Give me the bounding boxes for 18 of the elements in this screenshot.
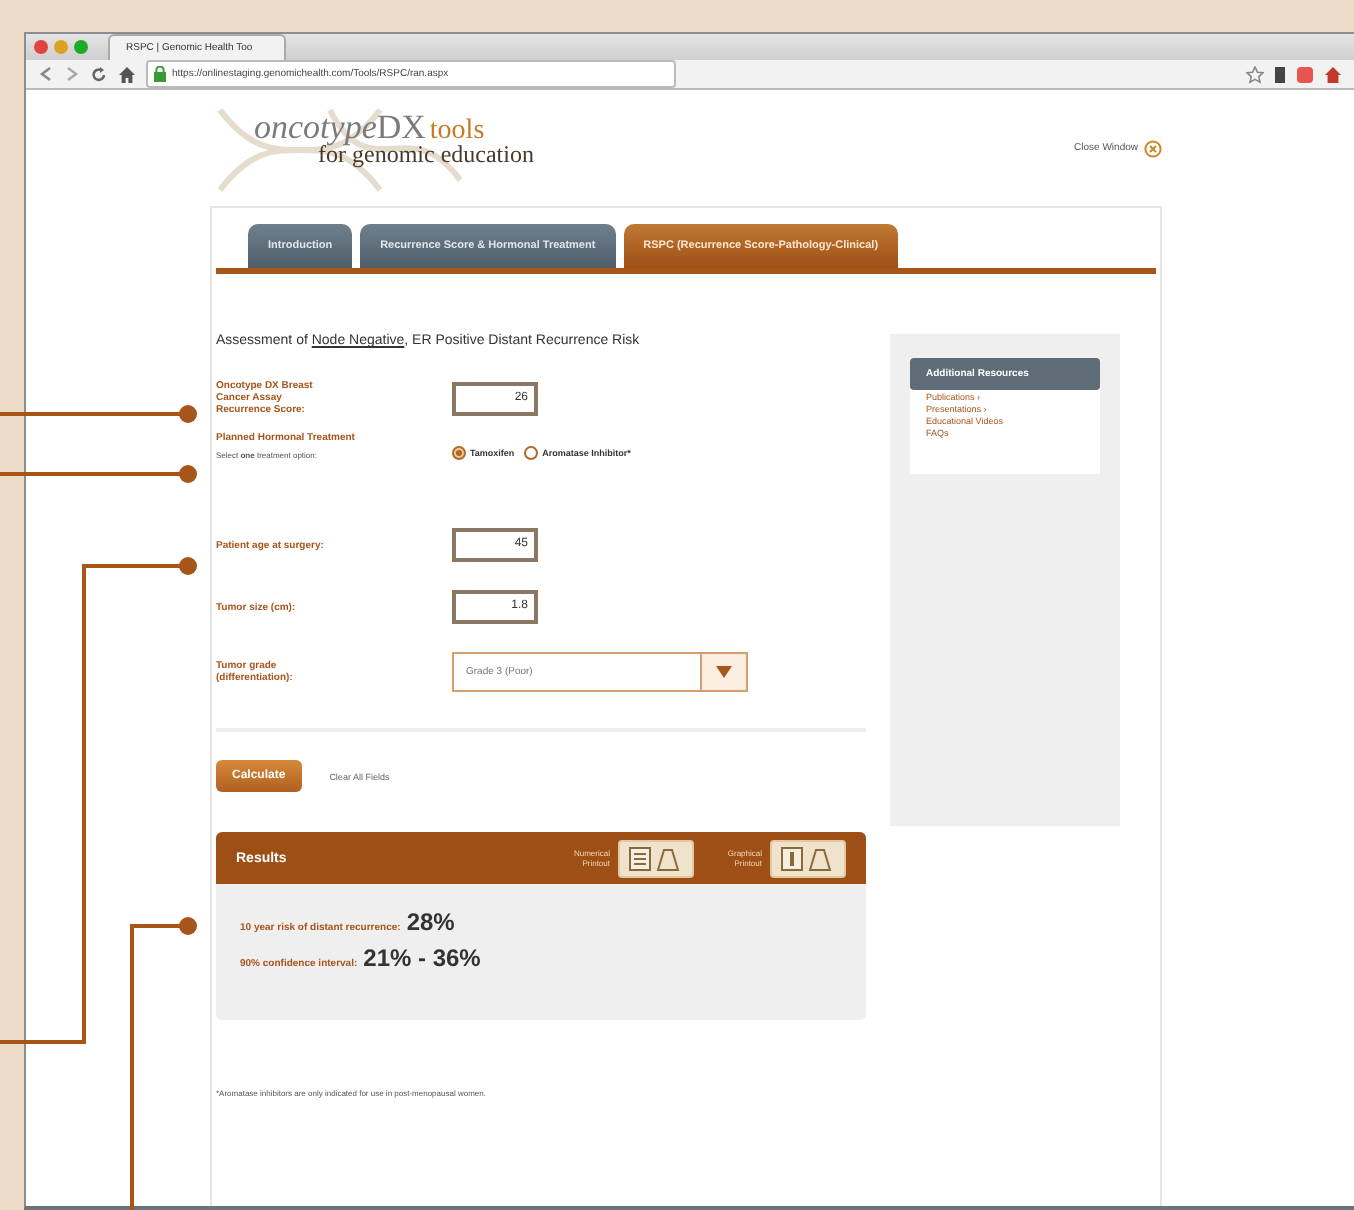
reload-icon: [90, 65, 108, 83]
radio-button[interactable]: [452, 446, 466, 460]
printout-button[interactable]: [770, 839, 846, 877]
back-icon: [38, 66, 54, 82]
chart-icon: [780, 845, 836, 871]
home-icon: [1324, 65, 1342, 83]
star-icon: [1246, 65, 1264, 83]
close-icon: [1144, 139, 1162, 157]
result-value: 28%: [406, 908, 455, 936]
caret-icon: [716, 666, 732, 678]
table-icon: [628, 845, 684, 871]
lock-icon: [154, 66, 166, 82]
result-value: 21% - 36%: [363, 944, 481, 972]
radio-button[interactable]: [524, 446, 539, 460]
logo: oncotypeDXtools for genomic education: [210, 100, 550, 196]
printout-button[interactable]: [618, 839, 694, 877]
forward-icon: [64, 66, 80, 82]
home-icon: [118, 65, 136, 83]
